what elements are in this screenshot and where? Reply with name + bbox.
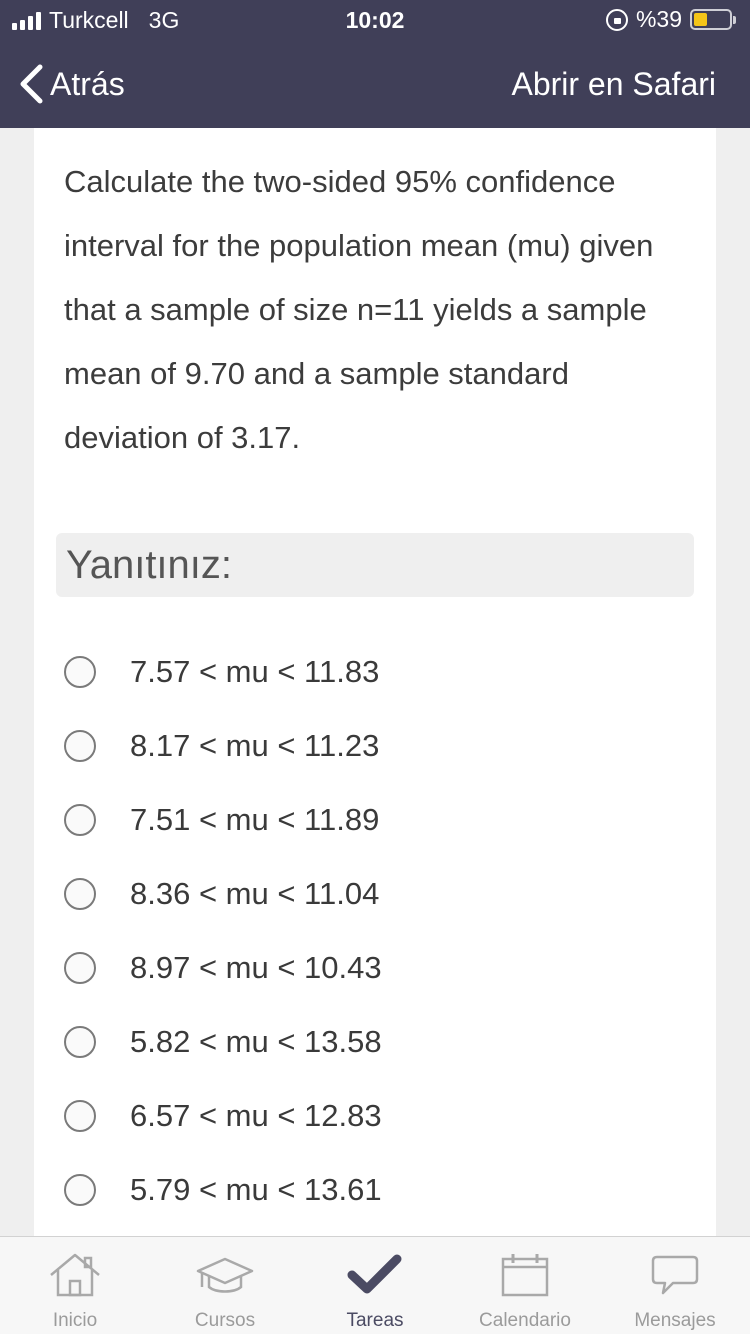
radio-button[interactable]: [64, 804, 96, 836]
answer-option[interactable]: 7.51 < mu < 11.89: [64, 795, 664, 845]
question-text: Calculate the two-sided 95% confidence i…: [64, 164, 654, 455]
radio-button[interactable]: [64, 730, 96, 762]
tab-mensajes[interactable]: Mensajes: [600, 1237, 750, 1334]
orientation-lock-icon: [605, 8, 628, 31]
answer-option-label: 7.51 < mu < 11.89: [130, 802, 380, 837]
answer-option[interactable]: 8.17 < mu < 11.23: [64, 721, 664, 771]
top-bar: Turkcell 3G 10:02 %39 Atrás Abrir en Saf…: [0, 0, 750, 128]
back-button[interactable]: Atrás: [18, 64, 125, 104]
radio-button[interactable]: [64, 878, 96, 910]
tab-tareas[interactable]: Tareas: [300, 1237, 450, 1334]
answer-option[interactable]: 5.82 < mu < 13.58: [64, 1017, 664, 1067]
tab-calendario[interactable]: Calendario: [450, 1237, 600, 1334]
question-card: Calculate the two-sided 95% confidence i…: [34, 128, 716, 1236]
tab-inicio[interactable]: Inicio: [0, 1237, 150, 1334]
answer-option-label: 7.57 < mu < 11.83: [130, 654, 380, 689]
calendar-icon: [501, 1254, 549, 1297]
tab-cursos[interactable]: Cursos: [150, 1237, 300, 1334]
home-icon: [50, 1253, 100, 1297]
radio-button[interactable]: [64, 656, 96, 688]
answer-option[interactable]: 8.36 < mu < 11.04: [64, 869, 664, 919]
answer-option[interactable]: 5.79 < mu < 13.61: [64, 1165, 664, 1215]
open-in-safari-button[interactable]: Abrir en Safari: [511, 66, 716, 103]
answer-option-label: 8.97 < mu < 10.43: [130, 950, 382, 985]
tab-bar: Inicio Cursos Tareas Calendario Mensajes: [0, 1236, 750, 1334]
graduation-cap-icon: [196, 1257, 254, 1293]
radio-button[interactable]: [64, 1026, 96, 1058]
answer-option[interactable]: 6.57 < mu < 12.83: [64, 1091, 664, 1141]
tab-label: Cursos: [194, 1310, 256, 1331]
answer-header: Yanıtınız:: [56, 533, 694, 597]
battery-percentage: %39: [635, 6, 682, 32]
answer-option-label: 5.82 < mu < 13.58: [130, 1024, 382, 1059]
answer-option-label: 8.17 < mu < 11.23: [130, 728, 380, 763]
answer-option-label: 5.79 < mu < 13.61: [130, 1172, 382, 1207]
chevron-left-icon: [20, 64, 43, 104]
tab-label: Mensajes: [634, 1310, 716, 1331]
speech-bubble-icon: [651, 1255, 699, 1295]
answer-option-label: 6.57 < mu < 12.83: [130, 1098, 382, 1133]
back-button-label: Atrás: [50, 65, 125, 102]
answer-option[interactable]: 7.57 < mu < 11.83: [64, 647, 664, 697]
radio-button[interactable]: [64, 952, 96, 984]
navigation-bar: Atrás Abrir en Safari: [0, 40, 750, 128]
tab-label: Inicio: [52, 1310, 98, 1331]
tab-label: Calendario: [479, 1310, 571, 1331]
radio-button[interactable]: [64, 1174, 96, 1206]
tab-label: Tareas: [346, 1310, 404, 1331]
checkmark-icon: [347, 1254, 402, 1294]
answer-option-label: 8.36 < mu < 11.04: [130, 876, 380, 911]
battery-icon: [690, 9, 736, 30]
answer-option[interactable]: 8.97 < mu < 10.43: [64, 943, 664, 993]
radio-button[interactable]: [64, 1100, 96, 1132]
status-bar: Turkcell 3G 10:02 %39: [0, 0, 750, 40]
